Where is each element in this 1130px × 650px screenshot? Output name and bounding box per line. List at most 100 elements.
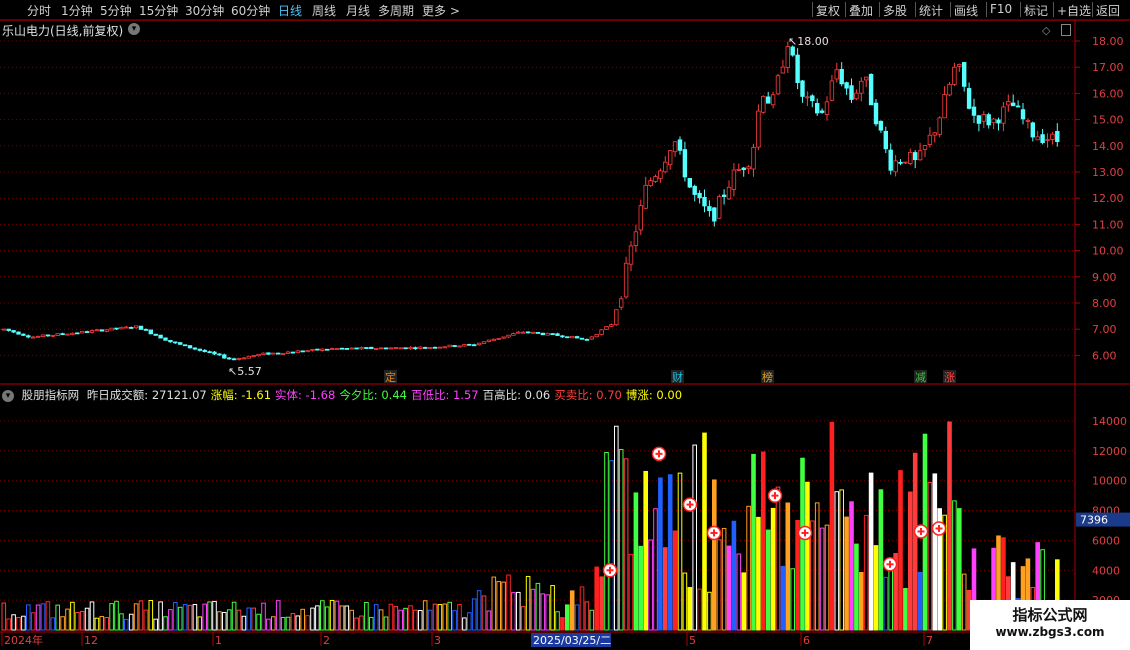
volume-bar [418,609,423,631]
volume-bar [197,616,203,631]
indicator-axis-label-4: 6000 [1092,534,1120,547]
candle-body [168,339,173,343]
candle-body [109,327,114,331]
time-axis-label-8: 7 [926,634,933,647]
volume-bar [663,547,668,631]
candle-body [320,348,325,351]
volume-bar [393,606,399,631]
candle-body [222,354,227,359]
candle-body [462,344,467,347]
volume-bar [550,585,555,631]
candle-body [447,344,452,348]
candle-body [501,336,506,339]
candle-body [30,336,36,339]
candle-body [133,325,139,329]
kline-chart-canvas[interactable]: 18.0017.0016.0015.0014.0013.0012.0011.00… [0,0,1130,650]
volume-bar [658,477,663,631]
volume-bar [310,607,315,631]
volume-bar [119,613,124,631]
candle-body [648,180,653,186]
candle-body [834,69,839,80]
candle-body [898,161,903,164]
indicator-value-1: -1.61 [237,388,272,402]
candle-body [883,130,888,150]
candle-body [962,62,967,87]
volume-bar [903,587,908,631]
price-axis-label-2: 16.00 [1092,87,1124,100]
candle-body [89,330,95,333]
candle-body [819,110,825,113]
candle-body [11,330,16,333]
volume-bar [442,603,448,631]
candle-body [668,150,673,166]
price-axis-label-3: 15.00 [1092,114,1124,127]
price-axis-label-5: 13.00 [1092,166,1124,179]
candle-body [75,332,80,335]
volume-bar [702,432,707,631]
candle-body [981,114,986,122]
candle-body [114,327,119,330]
volume-bar [266,618,271,631]
volume-bar [55,604,61,631]
candle-body [437,346,443,349]
chevron-down-icon[interactable]: ▾ [2,389,14,402]
candle-body [476,342,482,346]
event-tag-1: 财 [672,370,683,384]
volume-bar [30,612,36,631]
candle-body [761,95,766,113]
candle-body [158,334,163,339]
candle-body [810,95,815,102]
price-axis-label-7: 11.00 [1092,218,1124,231]
volume-bar [148,600,154,631]
candle-body [457,345,462,348]
volume-bar [290,612,296,631]
candle-body [521,331,526,334]
volume-bar [187,604,193,631]
candle-body [197,348,202,351]
volume-bar [202,603,207,631]
candle-body [535,332,541,334]
volume-bar [726,545,732,631]
event-tag-2: 榜 [762,370,773,384]
volume-bar [594,566,600,631]
indicator-label-2: 实体: [275,388,302,402]
volume-bar [888,564,894,631]
candle-body [540,332,545,336]
volume-bar [271,616,276,631]
candle-body [751,147,756,170]
candle-body [854,92,859,100]
indicator-axis-label-2: 10000 [1092,475,1127,488]
candle-body [148,329,153,335]
volume-bar [672,530,678,631]
candle-body [766,96,771,104]
volume-bar [604,451,609,631]
candle-body [957,63,962,67]
time-axis-label-0: 2024年 [4,633,43,647]
volume-bar [868,472,874,631]
volume-bar [11,614,16,631]
candle-body [334,348,340,350]
volume-bar [516,591,521,631]
candle-body [986,114,991,126]
candle-body [682,149,688,178]
volume-bar [697,588,702,631]
volume-bar [457,603,462,631]
volume-bar [432,603,438,631]
candle-body [65,333,70,336]
candle-body [432,346,438,349]
volume-bar [226,609,232,631]
volume-bar [716,539,722,631]
volume-bar [525,575,531,631]
volume-bar [756,516,761,631]
candle-body [271,352,276,355]
indicator-label-6: 买卖比: [554,388,593,402]
volume-bar [560,617,565,631]
candle-body [545,332,550,336]
volume-bar [736,553,742,631]
volume-bar [957,508,962,631]
volume-bar [369,616,374,631]
price-axis-label-11: 7.00 [1092,323,1117,336]
volume-bar [692,444,698,631]
candle-body [40,334,46,338]
candle-body [217,353,222,356]
